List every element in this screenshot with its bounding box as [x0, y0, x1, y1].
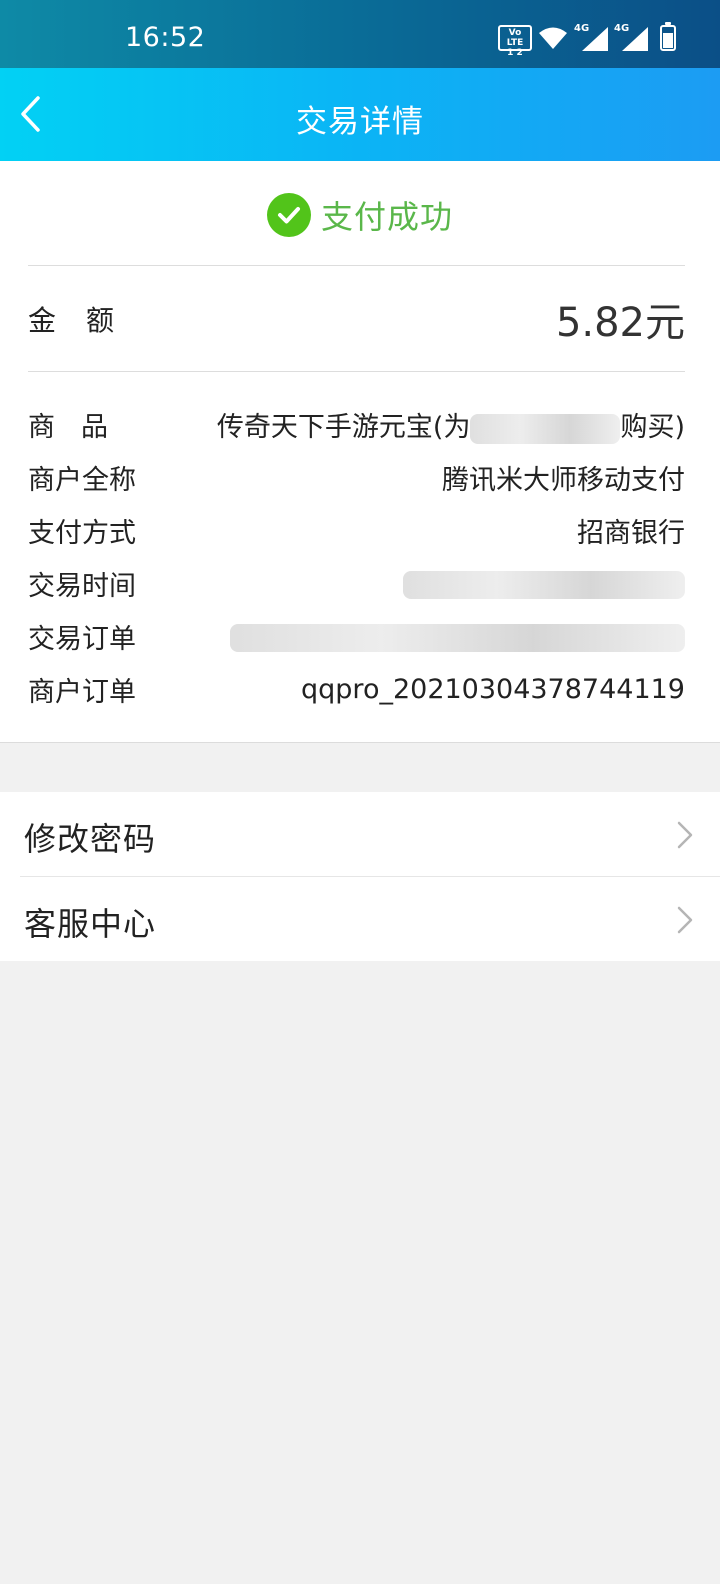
detail-row-payment-method: 支付方式 招商银行	[28, 504, 685, 557]
status-text: 支付成功	[320, 198, 453, 236]
signal-icon-sim2: 4G	[614, 23, 648, 51]
amount-value: 5.82元	[555, 300, 685, 346]
detail-row-merchant-name: 商户全称 腾讯米大师移动支付	[28, 451, 685, 504]
detail-value	[403, 568, 685, 599]
detail-label: 商户订单	[28, 677, 136, 708]
detail-label: 交易订单	[28, 624, 136, 655]
detail-value: 招商银行	[577, 518, 685, 549]
detail-label: 支付方式	[28, 518, 136, 549]
transaction-card: 支付成功 金额 5.82元 商品 传奇天下手游元宝(为 购买) 商户全称 腾讯米大…	[0, 161, 720, 743]
volte-icon: Vo LTE 1 2	[498, 25, 532, 58]
detail-row-transaction-order: 交易订单	[28, 610, 685, 663]
divider	[28, 265, 685, 266]
detail-label: 商品	[28, 412, 134, 443]
payment-status: 支付成功	[0, 191, 720, 239]
customer-service-item[interactable]: 客服中心	[0, 877, 720, 961]
nav-bar: 交易详情	[0, 68, 720, 161]
detail-row-product: 商品 传奇天下手游元宝(为 购买)	[28, 398, 685, 451]
page-title: 交易详情	[296, 104, 424, 140]
menu-item-label: 客服中心	[24, 905, 157, 943]
chevron-right-icon	[677, 821, 693, 849]
redacted-block	[470, 413, 621, 444]
menu-item-label: 修改密码	[24, 820, 157, 858]
detail-value: qqpro_20210304378744119	[301, 674, 685, 705]
battery-icon	[660, 22, 676, 51]
check-circle-icon	[266, 193, 311, 237]
status-icons: Vo LTE 1 2 4G 4G	[498, 22, 676, 58]
amount-label: 金额	[28, 304, 145, 337]
action-menu: 修改密码 客服中心	[0, 792, 720, 961]
detail-row-merchant-order: 商户订单 qqpro_20210304378744119	[28, 663, 685, 716]
signal-icon-sim1: 4G	[574, 23, 608, 51]
redacted-block	[230, 623, 685, 652]
redacted-block	[403, 570, 685, 599]
divider	[28, 371, 685, 372]
amount-row: 金额 5.82元	[28, 289, 685, 349]
status-time: 16:52	[125, 22, 206, 53]
detail-value: 腾讯米大师移动支付	[442, 465, 685, 496]
chevron-right-icon	[677, 906, 693, 934]
detail-value: 传奇天下手游元宝(为 购买)	[216, 412, 685, 444]
detail-label: 商户全称	[28, 465, 136, 496]
detail-row-transaction-time: 交易时间	[28, 557, 685, 610]
detail-value	[230, 621, 685, 652]
detail-label: 交易时间	[28, 571, 136, 602]
status-bar: 16:52 Vo LTE 1 2 4G 4G	[0, 0, 720, 68]
change-password-item[interactable]: 修改密码	[0, 792, 720, 877]
wifi-icon	[539, 27, 567, 49]
